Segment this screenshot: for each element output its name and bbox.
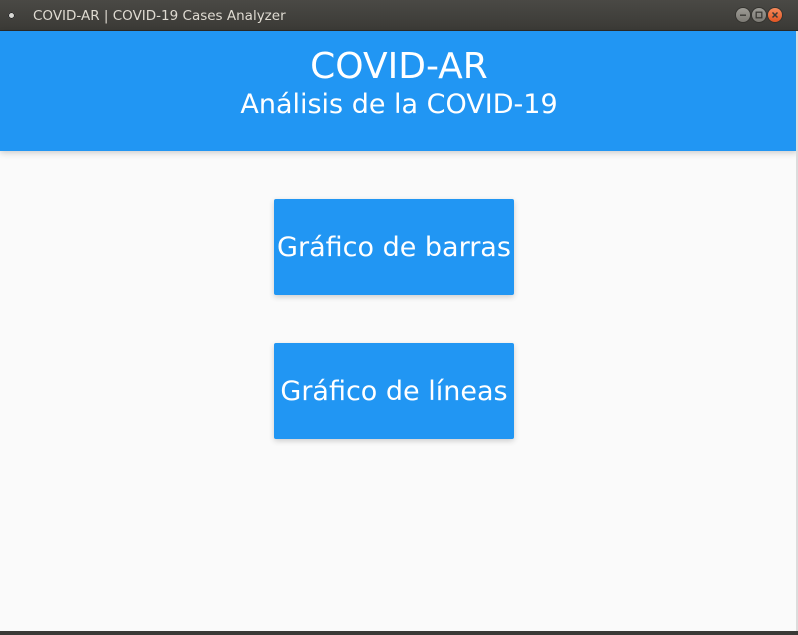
app-title: COVID-AR (310, 46, 488, 87)
bar-chart-button[interactable]: Gráfico de barras (274, 199, 514, 295)
line-chart-button[interactable]: Gráfico de líneas (274, 343, 514, 439)
window-titlebar[interactable]: COVID-AR | COVID-19 Cases Analyzer (0, 0, 798, 31)
maximize-icon[interactable] (752, 8, 766, 22)
main-content: Gráfico de barras Gráfico de líneas (0, 151, 798, 631)
app-header: COVID-AR Análisis de la COVID-19 (0, 31, 798, 151)
window-bottom-border (0, 631, 798, 635)
app-window: COVID-AR | COVID-19 Cases Analyzer COVID… (0, 0, 798, 635)
close-icon[interactable] (768, 8, 782, 22)
minimize-icon[interactable] (736, 8, 750, 22)
app-subtitle: Análisis de la COVID-19 (240, 89, 558, 120)
window-controls (736, 8, 782, 22)
window-menu-icon[interactable] (8, 12, 15, 19)
window-title: COVID-AR | COVID-19 Cases Analyzer (33, 8, 286, 24)
